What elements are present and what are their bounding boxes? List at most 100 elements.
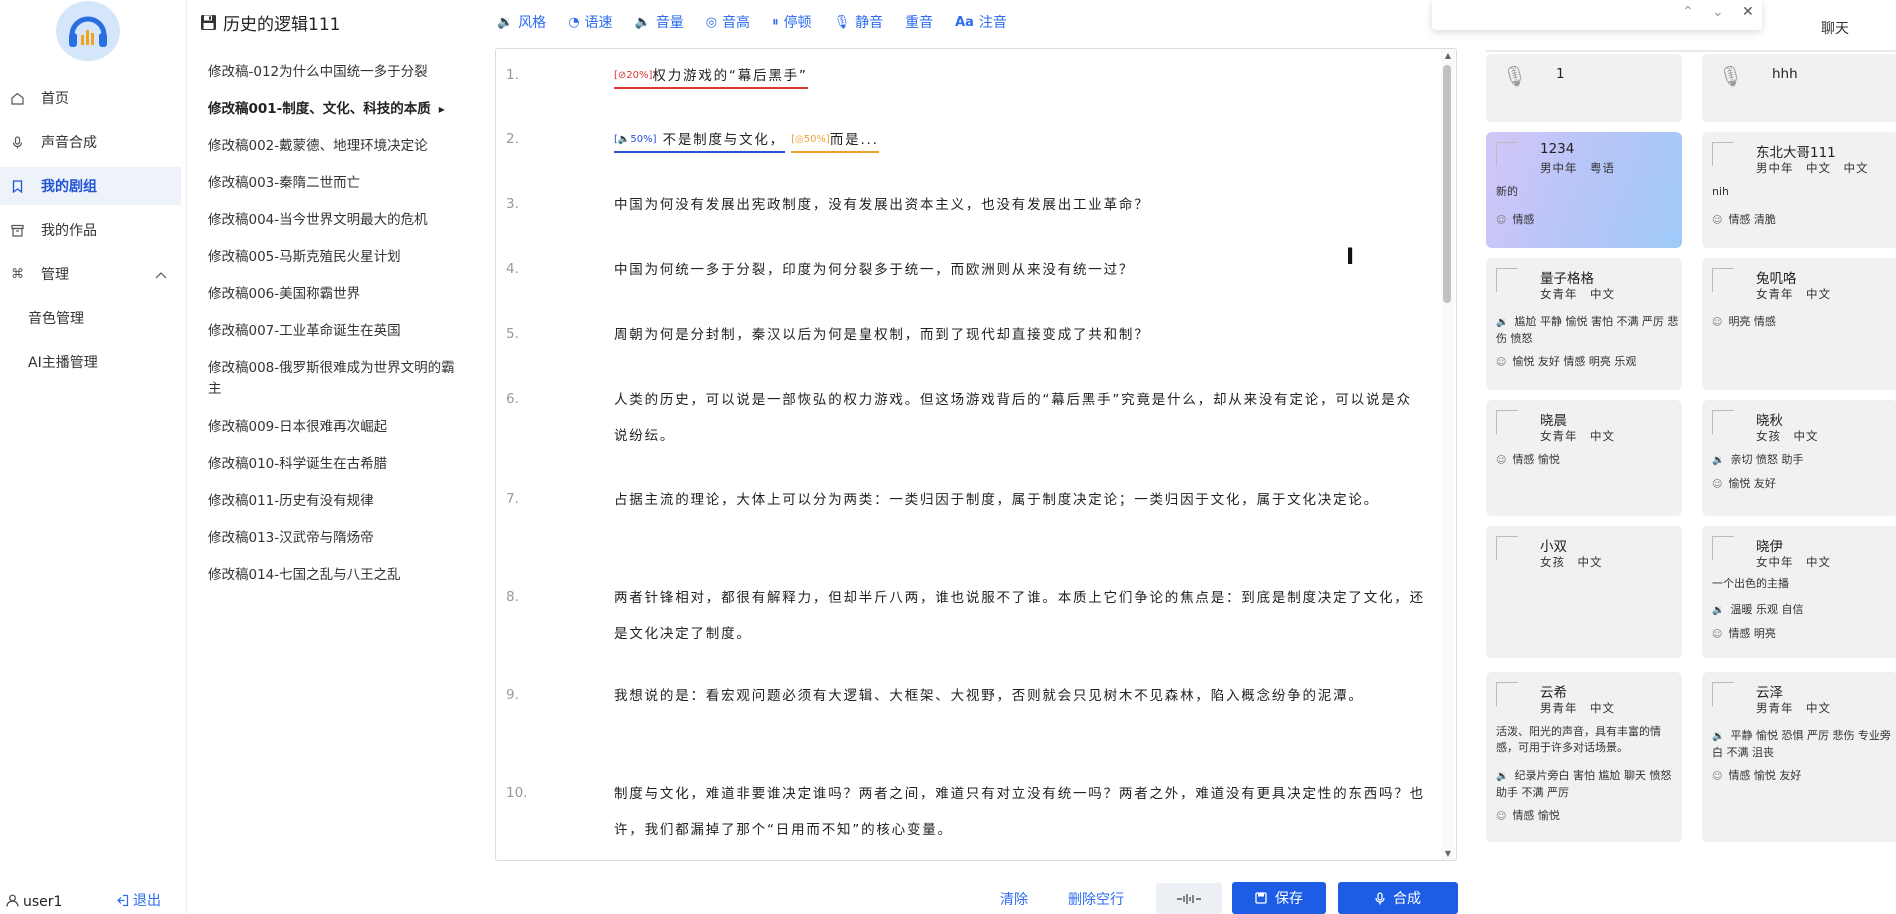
pitch-button[interactable]: ◎ 音高: [706, 12, 750, 32]
voice-tags: ☺ 明亮 情感: [1712, 314, 1896, 331]
mute-button[interactable]: 🎙 静音: [834, 12, 884, 32]
voice-name: hhh: [1772, 66, 1798, 82]
script-editor[interactable]: 1. [⊘20%]权力游戏的“幕后黑手” 2. [🔈50%] 不是制度与文化， …: [495, 48, 1457, 861]
remove-blank-lines-button[interactable]: 删除空行: [1068, 889, 1124, 909]
voice-name: 东北大哥111: [1756, 145, 1836, 161]
line-text: 周朝为何是分封制，秦汉以后为何是皇权制，而到了现代却直接变成了共和制？: [614, 327, 1150, 343]
phonetic-button[interactable]: Aa 注音: [955, 12, 1007, 32]
voice-card[interactable]: 🎙 hhh: [1702, 54, 1896, 122]
voice-avatar: [1712, 268, 1734, 292]
mic-icon: 🎙: [1718, 64, 1744, 88]
editor-scrollbar[interactable]: ▲ ▼: [1441, 49, 1455, 860]
script-item[interactable]: 修改稿014-七国之乱与八王之乱: [208, 565, 478, 586]
voice-card[interactable]: 晓秋 女孩 中文 🔉 亲切 愤怒 助手 ☺ 愉悦 友好: [1702, 400, 1896, 516]
script-item[interactable]: 修改稿010-科学诞生在古希腊: [208, 454, 478, 475]
voice-card[interactable]: 🎙 1: [1486, 54, 1682, 122]
styles-text: 尴尬 平静 愉悦 害怕 不满 严厉 悲伤 愤怒: [1496, 315, 1679, 345]
line-number: 6.: [506, 391, 519, 407]
nav-item-my-works[interactable]: 我的作品: [0, 211, 181, 249]
tab-chat[interactable]: 聊天: [1821, 18, 1849, 38]
voice-card-selected[interactable]: 1234 男中年 粤语 新的 ☺ 情感: [1486, 132, 1682, 248]
nav-item-voice-manage[interactable]: 音色管理: [28, 308, 84, 328]
script-item[interactable]: 修改稿005-马斯克殖民火星计划: [208, 247, 478, 268]
voice-card[interactable]: 云希 男青年 中文 活泼、阳光的声音，具有丰富的情感，可用于许多对话场景。 🔉 纪…: [1486, 672, 1682, 842]
script-item[interactable]: 修改稿002-戴蒙德、地理环境决定论: [208, 136, 478, 157]
save-button[interactable]: 保存: [1232, 882, 1326, 914]
tool-label: 音高: [722, 15, 751, 31]
logout-button[interactable]: 退出: [116, 890, 161, 910]
voice-card[interactable]: 晓伊 女中年 中文 一个出色的主播 🔉 温暖 乐观 自信 ☺ 情感 明亮: [1702, 526, 1896, 658]
voice-card[interactable]: 晓晨 女青年 中文 ☺ 情感 愉悦: [1486, 400, 1682, 516]
voice-desc: 一个出色的主播: [1712, 577, 1789, 590]
style-icon: 🔉: [1712, 455, 1725, 466]
script-item[interactable]: 修改稿006-美国称霸世界: [208, 284, 478, 305]
marked-segment-speed[interactable]: [⊘20%]权力游戏的“幕后黑手”: [614, 68, 808, 89]
pause-button[interactable]: ⏸ 停顿: [772, 12, 812, 32]
script-item[interactable]: 修改稿007-工业革命诞生在英国: [208, 321, 478, 342]
nav-item-my-crew[interactable]: 我的剧组: [0, 167, 181, 205]
volume-tag[interactable]: [🔈50%]: [614, 122, 656, 158]
script-list: 历史的逻辑111 修改稿-012为什么中国统一多于分裂 修改稿001-制度、文化…: [188, 0, 490, 914]
tab-strip: [1486, 50, 1896, 52]
marked-segment-pitch[interactable]: [◎50%]而是...: [791, 132, 879, 153]
command-icon: ⌘: [11, 266, 24, 282]
archive-icon: [10, 223, 25, 238]
voice-avatar: [1496, 682, 1518, 706]
line-number: 1.: [506, 67, 519, 83]
script-item[interactable]: 修改稿013-汉武帝与隋炀帝: [208, 528, 478, 549]
line-text: 中国为何统一多于分裂，印度为何分裂多于统一，而欧洲则从来没有统一过？: [614, 262, 1135, 278]
tags-text: 情感 愉悦: [1512, 453, 1560, 466]
script-item[interactable]: 修改稿004-当今世界文明最大的危机: [208, 210, 478, 231]
style-button[interactable]: 🔉 风格: [497, 12, 546, 32]
script-item[interactable]: 修改稿003-秦隋二世而亡: [208, 173, 478, 194]
marked-segment-volume[interactable]: [🔈50%] 不是制度与文化，: [614, 132, 785, 153]
voice-styles: 🔉 亲切 愤怒 助手: [1712, 452, 1896, 469]
line-text: 人类的历史，可以说是一部恢弘的权力游戏。但这场游戏背后的“幕后黑手”究竟是什么，…: [614, 392, 1412, 444]
voice-card[interactable]: 云泽 男青年 中文 🔉 平静 愉悦 恐惧 严厉 悲伤 专业旁白 不满 沮丧 ☺ 情感…: [1702, 672, 1896, 842]
chevron-up-icon[interactable]: [155, 268, 167, 282]
emotion-icon: ☺: [1496, 811, 1507, 822]
nav-label: 首页: [41, 91, 69, 107]
scroll-up-icon[interactable]: ▲: [1445, 51, 1451, 60]
chevron-up-icon[interactable]: ⌃: [1682, 4, 1694, 20]
script-item[interactable]: 修改稿-012为什么中国统一多于分裂: [208, 62, 478, 83]
nav-item-manage[interactable]: ⌘ 管理: [0, 255, 181, 293]
scroll-down-icon[interactable]: ▼: [1445, 849, 1451, 858]
voice-tags: ☺ 情感: [1496, 212, 1680, 229]
speed-tag[interactable]: [⊘20%]: [614, 58, 652, 94]
nav-label: 我的作品: [41, 223, 97, 239]
nav-label: 声音合成: [41, 135, 97, 151]
voice-meta: 男中年 中文 中文: [1756, 161, 1869, 175]
close-icon[interactable]: ✕: [1742, 4, 1754, 20]
line-text-wrap: [⊘20%]权力游戏的“幕后黑手”: [614, 58, 1426, 94]
voice-name: 云泽: [1756, 685, 1783, 701]
synthesize-button[interactable]: 合成: [1338, 882, 1458, 914]
voice-card[interactable]: 东北大哥111 男中年 中文 中文 nih ☺ 情感 清脆: [1702, 132, 1896, 248]
script-item-active[interactable]: 修改稿001-制度、文化、科技的本质: [208, 99, 478, 120]
script-item[interactable]: 修改稿011-历史有没有规律: [208, 491, 478, 512]
volume-button[interactable]: 🔈 音量: [635, 12, 684, 32]
nav-item-home[interactable]: 首页: [0, 79, 181, 117]
scrollbar-thumb[interactable]: [1443, 65, 1451, 303]
style-icon: 🔉: [1712, 731, 1725, 742]
script-item[interactable]: 修改稿009-日本很难再次崛起: [208, 417, 478, 438]
voice-card[interactable]: 小双 女孩 中文: [1486, 526, 1682, 658]
pitch-tag[interactable]: [◎50%]: [791, 122, 830, 158]
voice-card[interactable]: 兔叽咯 女青年 中文 ☺ 明亮 情感: [1702, 258, 1896, 390]
script-item[interactable]: 修改稿008-俄罗斯很难成为世界文明的霸主: [208, 358, 468, 400]
tags-text: 情感 清脆: [1728, 213, 1776, 226]
editor-toolbar: 🔉 风格 ◔ 语速 🔈 音量 ◎ 音高 ⏸ 停顿 🎙 静音 重音 Aa 注音: [497, 10, 1029, 34]
line-number: 5.: [506, 326, 519, 342]
line-number: 3.: [506, 196, 519, 212]
emotion-icon: ☺: [1496, 357, 1507, 368]
stress-button[interactable]: 重音: [905, 12, 933, 32]
waveform-button[interactable]: [1156, 883, 1222, 914]
segment-text: 不是制度与文化，: [662, 132, 785, 148]
voice-card[interactable]: 量子格格 女青年 中文 🔉 尴尬 平静 愉悦 害怕 不满 严厉 悲伤 愤怒 ☺ 愉悦…: [1486, 258, 1682, 390]
nav-item-voice-synthesis[interactable]: 声音合成: [0, 123, 181, 161]
voice-tags: ☺ 情感 愉悦: [1496, 808, 1680, 825]
nav-item-ai-anchor-manage[interactable]: AI主播管理: [28, 352, 98, 372]
chevron-down-icon[interactable]: ⌄: [1712, 4, 1724, 20]
clear-button[interactable]: 清除: [1000, 889, 1028, 909]
speed-button[interactable]: ◔ 语速: [568, 12, 612, 32]
